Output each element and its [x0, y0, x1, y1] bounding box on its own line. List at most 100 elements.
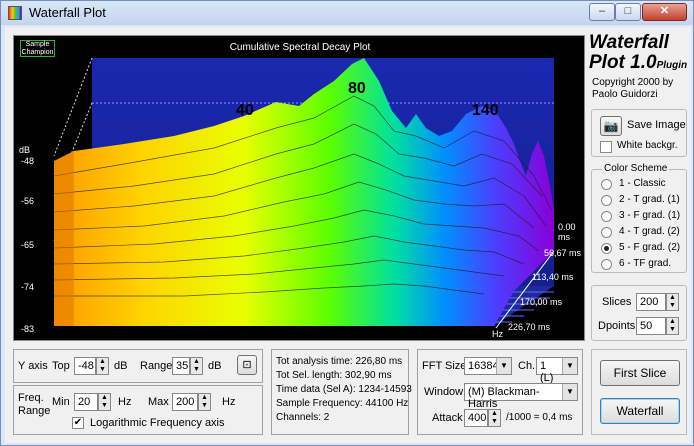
color-scheme-option[interactable]: 1 - Classic [619, 178, 666, 189]
window-value: (M) Blackman-Harris [468, 386, 540, 410]
author-line: Paolo Guidorzi [592, 89, 658, 100]
color-scheme-radio[interactable] [601, 259, 612, 270]
channel-select[interactable]: 1 (L) ▼ [536, 357, 578, 384]
save-image-label[interactable]: Save Image [627, 119, 686, 131]
db-tick-label: -56 [21, 196, 35, 206]
slices-input[interactable]: 200 [636, 293, 666, 311]
channel-value: 1 (L) [540, 360, 554, 384]
color-scheme-radio[interactable] [601, 211, 612, 222]
slices-stepper[interactable]: ▲ ▼ [666, 293, 679, 311]
time-tick-label: 226,70 ms [508, 322, 551, 332]
fft-size-value: 16384 [468, 360, 499, 372]
maximize-button[interactable]: □ [615, 3, 641, 21]
camera-icon[interactable]: 📷 [600, 116, 622, 136]
window-label: Window [424, 386, 464, 398]
y-range-input[interactable]: 35 [172, 357, 190, 375]
app-title-line-2: Plot 1.0 [589, 52, 657, 73]
copyright: Copyright 2000 by Paolo Guidorzi [592, 77, 692, 101]
freq-max-label: Max [148, 396, 169, 408]
y-range-unit: dB [208, 360, 222, 372]
axis-reset-icon[interactable]: ⊡ [237, 355, 257, 375]
chevron-down-icon[interactable]: ▼ [562, 358, 577, 374]
info-time-data: Time data (Sel A): 1234-14593 [276, 384, 412, 395]
color-scheme-radio[interactable] [601, 179, 612, 190]
analysis-info-panel: Tot analysis time: 226,80 ms Tot Sel. le… [271, 349, 412, 435]
y-top-stepper[interactable]: ▲ ▼ [96, 357, 109, 375]
attack-stepper[interactable]: ▲ ▼ [488, 409, 501, 427]
waterfall-plot: Sample Champion Cumulative Spectral Deca… [13, 35, 585, 341]
log-frequency-label: Logarithmic Frequency axis [90, 417, 225, 429]
attack-input[interactable]: 400 [464, 409, 488, 427]
y-range-label: Range [140, 360, 173, 372]
waterfall-button[interactable]: Waterfall [600, 398, 680, 424]
dpoints-input[interactable]: 50 [636, 317, 666, 335]
window-select[interactable]: (M) Blackman-Harris ▼ [464, 383, 578, 410]
color-scheme-option[interactable]: 3 - F grad. (1) [619, 210, 680, 221]
y-top-input[interactable]: -48 [74, 357, 96, 375]
peak-label: 40 [236, 102, 254, 119]
freq-min-unit: Hz [118, 396, 132, 408]
peak-label: 140 [472, 102, 499, 119]
client-area: Sample Champion Cumulative Spectral Deca… [5, 27, 691, 443]
waterfall-graphic [53, 57, 555, 329]
slices-label: Slices [602, 296, 632, 308]
color-scheme-radio[interactable] [601, 227, 612, 238]
time-tick-label: 0.00 ms [558, 222, 576, 242]
y-range-stepper[interactable]: ▲ ▼ [190, 357, 203, 375]
action-panel: First Slice Waterfall [591, 349, 687, 435]
color-scheme-legend: Color Scheme [602, 163, 670, 174]
log-frequency-checkbox[interactable]: ✔ [72, 417, 84, 429]
window-title: Waterfall Plot [29, 5, 106, 20]
y-top-unit: dB [114, 360, 128, 372]
slices-group: Slices 200 ▲ ▼ Dpoints 50 ▲ ▼ [591, 285, 687, 341]
dpoints-label: Dpoints [598, 320, 636, 332]
range-label: Range [18, 405, 51, 417]
white-background-checkbox[interactable] [600, 141, 612, 153]
frequency-panel: Freq. Range Min 20 ▲ ▼ Hz Max 200 ▲ ▼ Hz ✔… [13, 385, 263, 435]
fft-size-select[interactable]: 16384 ▼ [464, 357, 512, 375]
time-tick-label: 113,40 ms [532, 272, 574, 282]
y-top-label: Top [52, 360, 70, 372]
color-scheme-radio-selected[interactable] [601, 243, 612, 254]
freq-max-stepper[interactable]: ▲ ▼ [198, 393, 211, 411]
y-axis-panel: Y axis Top -48 ▲ ▼ dB Range 35 ▲ ▼ dB ⊡ [13, 349, 263, 383]
db-unit-label: dB [19, 145, 31, 155]
info-sample-frequency: Sample Frequency: 44100 Hz [276, 398, 409, 409]
y-axis-label: Y axis [18, 360, 48, 372]
color-scheme-option[interactable]: 4 - T grad. (2) [619, 226, 680, 237]
attack-result: /1000 = 0,4 ms [506, 412, 573, 423]
copyright-line: Copyright 2000 by [592, 77, 674, 88]
attack-label: Attack [432, 412, 463, 424]
main-window: Waterfall Plot – □ ✕ Sample Champion Cum… [0, 0, 694, 446]
freq-min-label: Min [52, 396, 70, 408]
color-scheme-group: Color Scheme 1 - Classic 2 - T grad. (1)… [591, 163, 687, 273]
freq-min-input[interactable]: 20 [74, 393, 98, 411]
chevron-down-icon[interactable]: ▼ [562, 384, 577, 400]
save-group: 📷 Save Image White backgr. [591, 109, 687, 157]
app-title: Waterfall Plot 1.0Plugin [589, 33, 689, 76]
dpoints-stepper[interactable]: ▲ ▼ [666, 317, 679, 335]
info-selection-length: Tot Sel. length: 302,90 ms [276, 370, 392, 381]
plot-title: Cumulative Spectral Decay Plot [229, 42, 371, 53]
freq-max-unit: Hz [222, 396, 236, 408]
color-scheme-option[interactable]: 2 - T grad. (1) [619, 194, 680, 205]
white-background-label: White backgr. [617, 140, 678, 151]
info-total-time: Tot analysis time: 226,80 ms [276, 356, 403, 367]
info-channels: Channels: 2 [276, 412, 330, 423]
close-button[interactable]: ✕ [642, 3, 687, 21]
minimize-button[interactable]: – [589, 3, 615, 21]
color-scheme-option[interactable]: 5 - F grad. (2) [619, 242, 680, 253]
first-slice-button[interactable]: First Slice [600, 360, 680, 386]
chevron-down-icon[interactable]: ▼ [496, 358, 511, 374]
color-scheme-radio[interactable] [601, 195, 612, 206]
freq-min-stepper[interactable]: ▲ ▼ [98, 393, 111, 411]
db-tick-label: -48 [21, 156, 35, 166]
freq-label: Freq. [18, 392, 44, 404]
fft-panel: FFT Size 16384 ▼ Ch. 1 (L) ▼ Window (M) … [417, 349, 583, 435]
app-icon [8, 6, 22, 20]
app-title-suffix: Plugin [656, 60, 688, 71]
freq-max-input[interactable]: 200 [172, 393, 198, 411]
color-scheme-option[interactable]: 6 - TF grad. [619, 258, 671, 269]
title-bar[interactable]: Waterfall Plot – □ ✕ [1, 1, 693, 25]
app-title-line-1: Waterfall [589, 32, 669, 53]
